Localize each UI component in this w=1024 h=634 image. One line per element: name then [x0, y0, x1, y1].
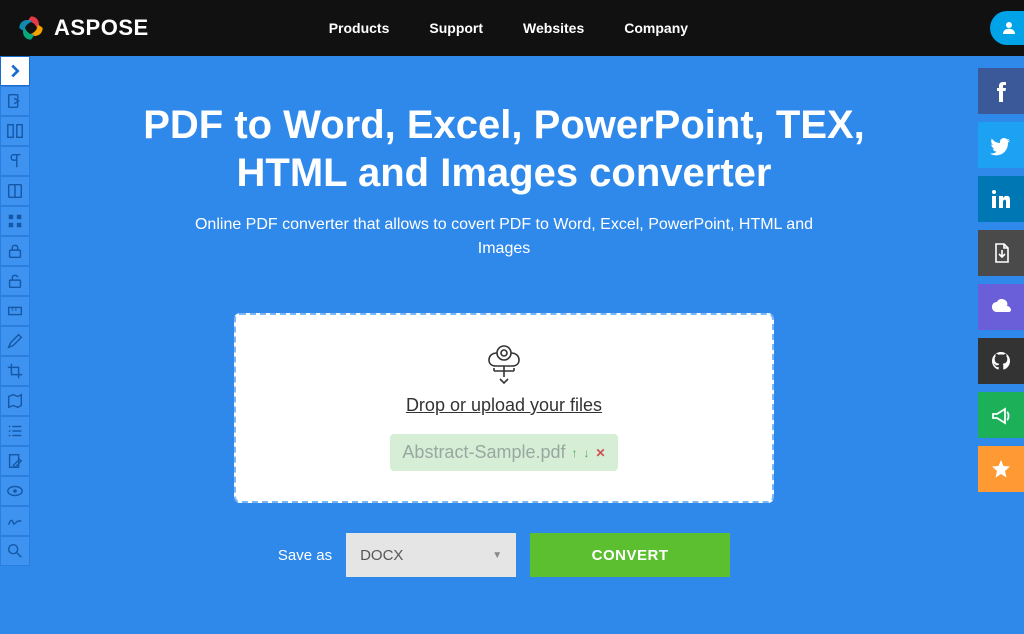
tool-pencil[interactable]	[0, 326, 30, 356]
tool-paragraph[interactable]	[0, 146, 30, 176]
tool-sign[interactable]	[0, 506, 30, 536]
tool-grid[interactable]	[0, 206, 30, 236]
social-facebook-button[interactable]	[978, 68, 1024, 114]
upload-label[interactable]: Drop or upload your files	[406, 395, 602, 416]
social-github-button[interactable]	[978, 338, 1024, 384]
upload-cloud-icon	[256, 341, 752, 385]
tool-list[interactable]	[0, 416, 30, 446]
tool-map[interactable]	[0, 386, 30, 416]
output-format-select[interactable]: DOCX ▼	[346, 533, 516, 577]
tool-exit[interactable]	[0, 86, 30, 116]
header: ASPOSE Products Support Websites Company	[0, 0, 1024, 56]
social-megaphone-button[interactable]	[978, 392, 1024, 438]
page-subtitle: Online PDF converter that allows to cove…	[184, 213, 824, 261]
social-linkedin-button[interactable]	[978, 176, 1024, 222]
main-nav: Products Support Websites Company	[329, 20, 688, 36]
social-pdf-button[interactable]	[978, 230, 1024, 276]
social-cloud-button[interactable]	[978, 284, 1024, 330]
logo[interactable]: ASPOSE	[16, 13, 149, 43]
tool-eye[interactable]	[0, 476, 30, 506]
selected-format: DOCX	[360, 547, 403, 564]
tool-unlock[interactable]	[0, 266, 30, 296]
user-account-button[interactable]	[990, 11, 1024, 45]
logo-mark-icon	[16, 13, 46, 43]
tool-chevron-right[interactable]	[0, 56, 30, 86]
page-title: PDF to Word, Excel, PowerPoint, TEX, HTM…	[124, 101, 884, 197]
tool-edit-doc[interactable]	[0, 446, 30, 476]
social-star-button[interactable]	[978, 446, 1024, 492]
file-name: Abstract-Sample.pdf	[402, 442, 565, 463]
nav-support[interactable]: Support	[429, 20, 483, 36]
social-twitter-button[interactable]	[978, 122, 1024, 168]
file-dropzone[interactable]: Drop or upload your files Abstract-Sampl…	[234, 313, 774, 503]
main-content: PDF to Word, Excel, PowerPoint, TEX, HTM…	[30, 56, 978, 634]
brand-name: ASPOSE	[54, 15, 149, 41]
tool-crop[interactable]	[0, 356, 30, 386]
right-social-toolbar	[978, 68, 1024, 500]
convert-button[interactable]: CONVERT	[530, 533, 730, 577]
tool-book[interactable]	[0, 176, 30, 206]
conversion-controls: Save as DOCX ▼ CONVERT	[30, 533, 978, 577]
move-down-icon[interactable]: ↓	[584, 446, 590, 460]
uploaded-file-chip: Abstract-Sample.pdf ↑ ↓ ✕	[390, 434, 617, 471]
remove-file-icon[interactable]: ✕	[596, 446, 606, 460]
tool-lock[interactable]	[0, 236, 30, 266]
tool-columns[interactable]	[0, 116, 30, 146]
nav-websites[interactable]: Websites	[523, 20, 584, 36]
left-toolbar	[0, 56, 30, 566]
nav-company[interactable]: Company	[624, 20, 688, 36]
nav-products[interactable]: Products	[329, 20, 390, 36]
tool-ruler[interactable]	[0, 296, 30, 326]
tool-search-zoom[interactable]	[0, 536, 30, 566]
user-icon	[1000, 19, 1018, 37]
chevron-down-icon: ▼	[492, 550, 502, 561]
save-as-label: Save as	[278, 547, 332, 564]
move-up-icon[interactable]: ↑	[572, 446, 578, 460]
